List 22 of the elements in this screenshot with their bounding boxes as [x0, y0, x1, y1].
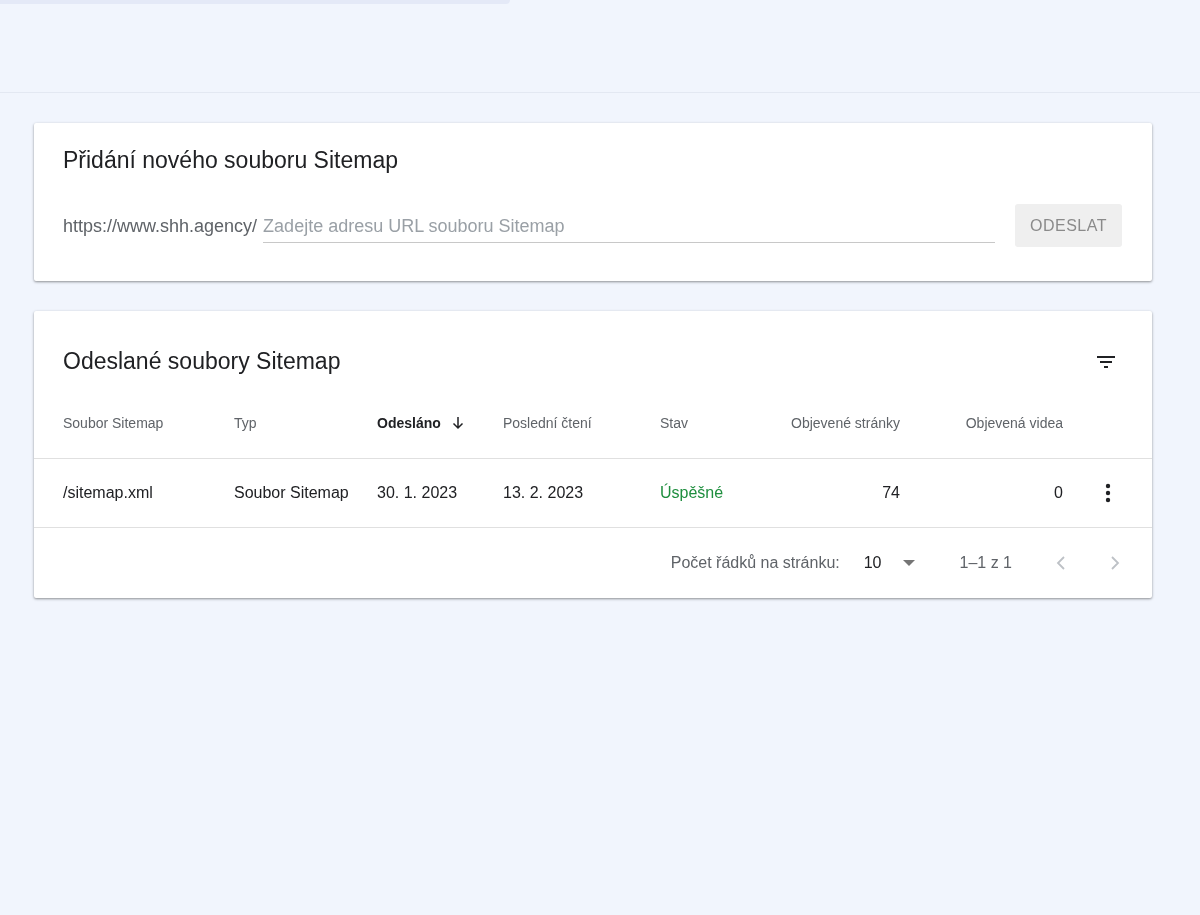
- column-header[interactable]: Poslední čtení: [503, 388, 660, 459]
- column-header[interactable]: Soubor Sitemap: [34, 388, 234, 459]
- column-header[interactable]: Objevená videa: [900, 388, 1063, 459]
- table-cell: 74: [760, 459, 900, 528]
- table-cell: 0: [900, 459, 1063, 528]
- rows-per-page-dropdown[interactable]: 10: [863, 554, 916, 572]
- status-text: Úspěšné: [660, 459, 760, 528]
- table-cell: Soubor Sitemap: [234, 459, 377, 528]
- more-options-icon[interactable]: [1104, 483, 1111, 503]
- table-cell: 30. 1. 2023: [377, 459, 503, 528]
- table-cell: /sitemap.xml: [34, 459, 234, 528]
- column-header[interactable]: Objevené stránky: [760, 388, 900, 459]
- caret-icon: [901, 559, 916, 567]
- url-prefix: https://www.shh.agency/: [63, 216, 258, 238]
- table-cell: 13. 2. 2023: [503, 459, 660, 528]
- column-header[interactable]: Stav: [660, 388, 760, 459]
- rows-per-page-label: Počet řádků na stránku:: [670, 554, 840, 572]
- card-title: Odeslané soubory Sitemap: [63, 348, 341, 375]
- column-header[interactable]: Typ: [234, 388, 377, 459]
- column-header[interactable]: Odesláno: [377, 388, 503, 459]
- card-title: Přidání nového souboru Sitemap: [63, 147, 399, 174]
- page-range: 1–1 z 1: [959, 554, 1012, 572]
